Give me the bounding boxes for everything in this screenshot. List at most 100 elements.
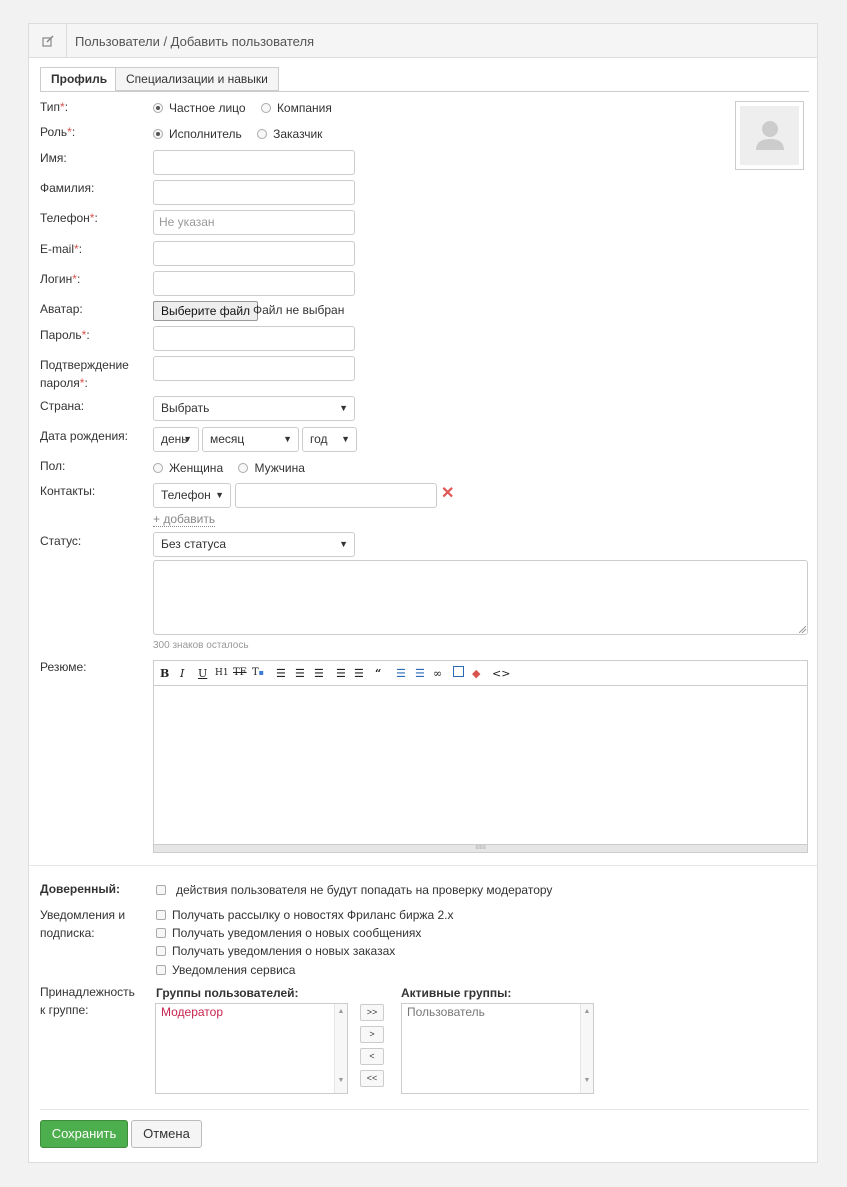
editor-resize-grip[interactable]: ≡≡≡	[154, 844, 807, 852]
list-item[interactable]: Модератор	[156, 1004, 347, 1020]
type-private-radio[interactable]	[153, 103, 163, 113]
resume-editor[interactable]: ≡≡≡	[153, 685, 808, 853]
login-label: Логин*:	[40, 272, 81, 286]
edit-user-panel: Пользователи / Добавить пользователя Про…	[28, 23, 818, 1163]
birth-month-select[interactable]: месяц ▼	[202, 427, 299, 452]
italic-icon[interactable]: I	[180, 667, 184, 680]
country-select[interactable]: Выбрать ▼	[153, 396, 355, 421]
password-input[interactable]	[153, 326, 355, 351]
avatar-label: Аватар:	[40, 302, 83, 316]
move-all-left-button[interactable]: <<	[360, 1070, 384, 1087]
phone-label: Телефон*:	[40, 211, 98, 225]
chars-left-text: 300 знаков осталось	[153, 640, 249, 651]
last-name-label: Фамилия:	[40, 181, 95, 195]
chevron-down-icon: ▼	[339, 539, 348, 549]
save-button[interactable]: Сохранить	[40, 1120, 128, 1148]
status-select[interactable]: Без статуса ▼	[153, 532, 355, 557]
contact-type-select[interactable]: Телефон ▼	[153, 483, 231, 508]
delete-contact-icon[interactable]: ✕	[441, 486, 454, 502]
quote-icon[interactable]: “	[375, 667, 381, 680]
gender-female-radio[interactable]	[153, 463, 163, 473]
role-radio-group: Исполнитель Заказчик	[153, 127, 334, 141]
notifications-label: Уведомления и подписка:	[40, 908, 126, 940]
text-color-icon[interactable]: T▪	[252, 667, 264, 678]
first-name-label: Имя:	[40, 151, 67, 165]
bold-icon[interactable]: B	[160, 667, 169, 680]
notify-news-row: Получать рассылку о новостях Фриланс бир…	[156, 908, 453, 922]
password-label: Пароль*:	[40, 328, 90, 342]
panel-header: Пользователи / Добавить пользователя	[29, 24, 817, 58]
trusted-checkbox-row: действия пользователя не будут попадать …	[156, 883, 552, 897]
move-left-button[interactable]: <	[360, 1048, 384, 1065]
notify-orders-row: Получать уведомления о новых заказах	[156, 944, 395, 958]
birth-year-select[interactable]: год ▼	[302, 427, 357, 452]
chevron-down-icon: ▼	[215, 490, 224, 500]
notify-messages-checkbox[interactable]	[156, 928, 166, 938]
fullscreen-icon[interactable]	[453, 666, 464, 677]
link-icon[interactable]: ∞	[433, 667, 442, 680]
birth-date-label: Дата рождения:	[40, 429, 128, 443]
add-contact-link[interactable]: + добавить	[153, 512, 216, 527]
chevron-down-icon: ▼	[341, 434, 350, 444]
first-name-input[interactable]	[153, 150, 355, 175]
align-center-icon[interactable]: ☰	[295, 667, 305, 680]
edit-icon	[29, 24, 67, 57]
login-input[interactable]	[153, 271, 355, 296]
country-label: Страна:	[40, 399, 85, 413]
chevron-down-icon: ▼	[183, 434, 192, 444]
choose-file-button[interactable]: Выберите файл	[153, 301, 259, 321]
list-item[interactable]: Пользователь	[402, 1004, 593, 1020]
trusted-checkbox[interactable]	[156, 885, 166, 895]
editor-toolbar: B I U H1 TF T▪ ☰ ☰ ☰ ☰ ☰ “ ☰ ☰ ∞ ◆ <>	[153, 660, 808, 686]
align-left-icon[interactable]: ☰	[276, 667, 286, 680]
password-confirm-label: Подтверждение пароля*:	[40, 358, 129, 390]
status-label: Статус:	[40, 534, 82, 548]
tab-profile[interactable]: Профиль	[40, 67, 119, 92]
notify-news-checkbox[interactable]	[156, 910, 166, 920]
scrollbar[interactable]: ▲ ▼	[580, 1004, 593, 1093]
gender-radio-group: Женщина Мужчина	[153, 461, 317, 475]
role-label: Роль*:	[40, 125, 76, 139]
birth-day-select[interactable]: день ▼	[153, 427, 199, 452]
underline-icon[interactable]: U	[198, 667, 207, 680]
type-radio-group: Частное лицо Компания	[153, 101, 344, 115]
resize-grip-icon[interactable]	[799, 626, 806, 633]
move-all-right-button[interactable]: >>	[360, 1004, 384, 1021]
password-confirm-input[interactable]	[153, 356, 355, 381]
trusted-label: Доверенный:	[40, 882, 121, 896]
cancel-button[interactable]: Отмена	[131, 1120, 202, 1148]
notify-orders-checkbox[interactable]	[156, 946, 166, 956]
tab-skills[interactable]: Специализации и навыки	[115, 67, 279, 91]
gender-male-radio[interactable]	[238, 463, 249, 473]
phone-input[interactable]: Не указан	[153, 210, 355, 235]
indent-icon[interactable]: ☰	[354, 667, 364, 680]
available-groups-title: Группы пользователей:	[156, 986, 299, 1000]
active-groups-list[interactable]: Пользователь ▲ ▼	[401, 1003, 594, 1094]
chevron-down-icon: ▼	[283, 434, 292, 444]
code-icon[interactable]: <>	[492, 667, 510, 680]
role-customer-radio[interactable]	[257, 129, 268, 139]
outdent-icon[interactable]: ☰	[336, 667, 346, 680]
notify-service-checkbox[interactable]	[156, 965, 166, 975]
scrollbar[interactable]: ▲ ▼	[334, 1004, 347, 1093]
available-groups-list[interactable]: Модератор ▲ ▼	[155, 1003, 348, 1094]
email-label: E-mail*:	[40, 242, 83, 256]
move-right-button[interactable]: >	[360, 1026, 384, 1043]
clear-format-icon[interactable]: TF	[233, 667, 247, 678]
eraser-icon[interactable]: ◆	[472, 667, 480, 680]
tabs-divider	[40, 91, 809, 92]
active-groups-title: Активные группы:	[401, 986, 512, 1000]
last-name-input[interactable]	[153, 180, 355, 205]
status-textarea[interactable]	[153, 560, 808, 635]
section-divider	[29, 865, 817, 866]
heading-icon[interactable]: H1	[215, 668, 229, 678]
role-executor-radio[interactable]	[153, 129, 163, 139]
breadcrumb: Пользователи / Добавить пользователя	[75, 34, 315, 49]
unordered-list-icon[interactable]: ☰	[415, 667, 425, 680]
email-input[interactable]	[153, 241, 355, 266]
ordered-list-icon[interactable]: ☰	[396, 667, 406, 680]
groups-label: Принадлежность к группе:	[40, 985, 135, 1017]
type-company-radio[interactable]	[260, 103, 271, 113]
align-right-icon[interactable]: ☰	[314, 667, 324, 680]
contact-value-input[interactable]	[235, 483, 437, 508]
